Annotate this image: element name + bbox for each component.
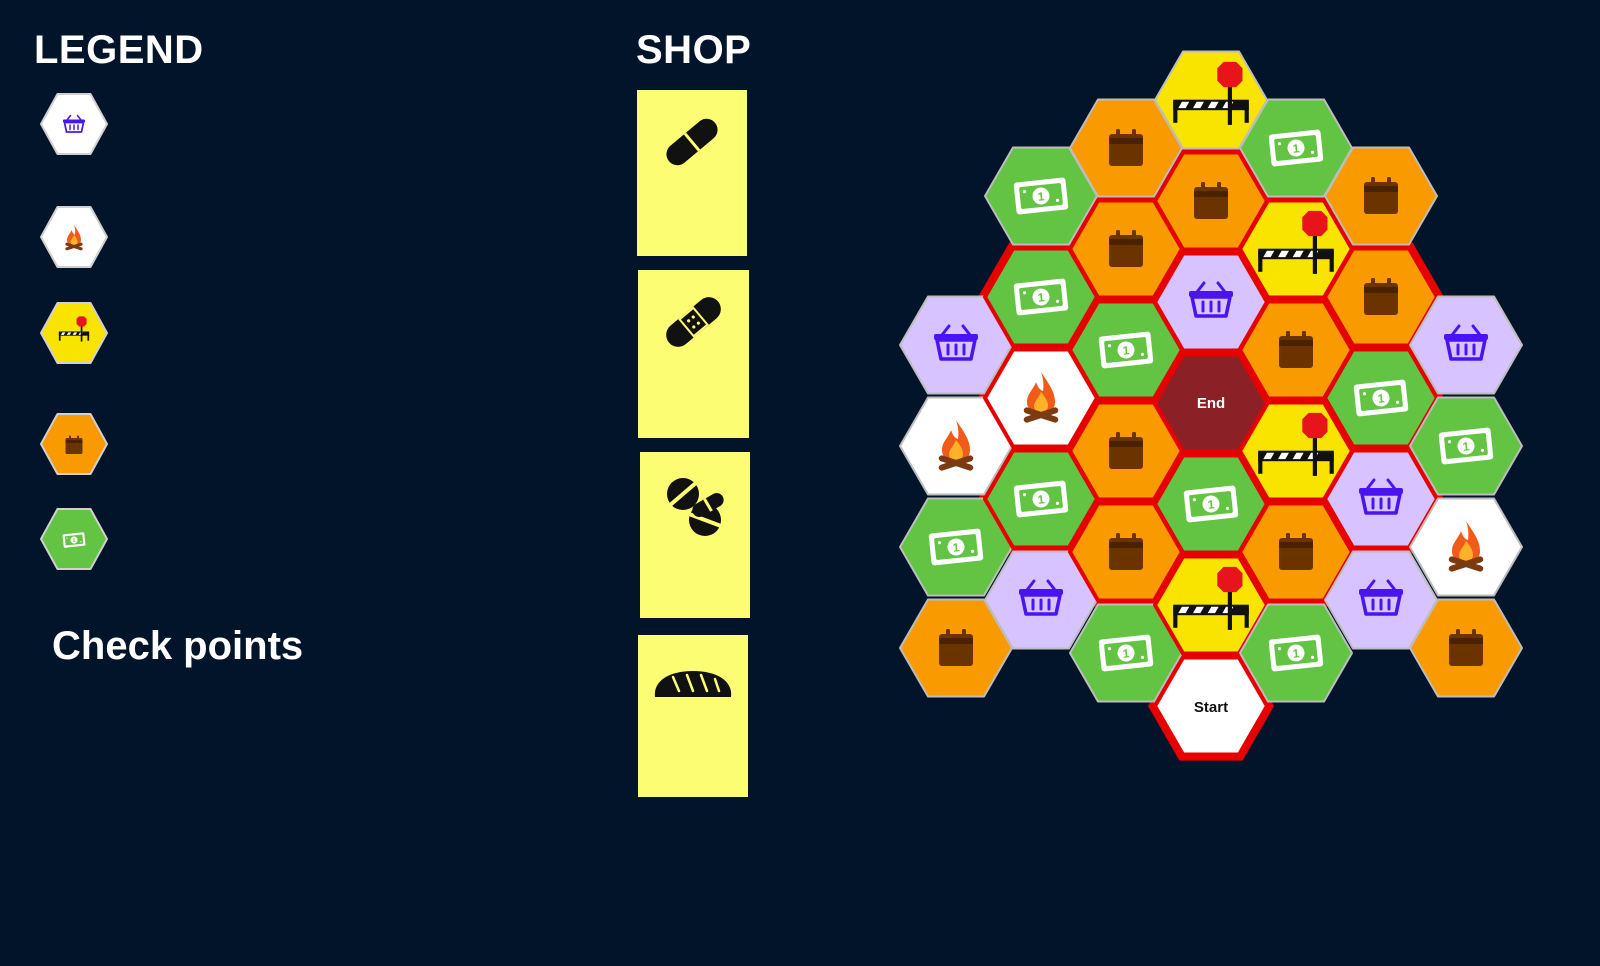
calendar-icon [1449, 629, 1483, 666]
money-icon: 1 [1098, 634, 1154, 672]
calendar-icon [939, 629, 973, 666]
calendar-icon [1109, 230, 1143, 267]
money-icon: 1 [1353, 379, 1409, 417]
money-icon: 1 [1438, 427, 1494, 465]
calendar-icon [1109, 533, 1143, 570]
money-icon: 1 [1013, 278, 1069, 316]
money-icon: 1 [1183, 485, 1239, 523]
calendar-icon [1194, 182, 1228, 219]
calendar-icon [1109, 129, 1143, 166]
money-icon: 1 [1268, 634, 1324, 672]
money-icon: 1 [1098, 331, 1154, 369]
game-board: 1 1 1 1 1 1 End 1 Start 1 1 1 1 [899, 50, 1523, 761]
end-label: End [1197, 395, 1225, 412]
calendar-icon [1279, 331, 1313, 368]
money-icon: 1 [1013, 480, 1069, 518]
money-icon: 1 [1013, 177, 1069, 215]
calendar-icon [1109, 432, 1143, 469]
calendar-icon [1364, 278, 1398, 315]
money-icon: 1 [1268, 129, 1324, 167]
start-label: Start [1194, 699, 1228, 716]
calendar-icon [1364, 177, 1398, 214]
money-icon: 1 [928, 528, 984, 566]
calendar-icon [1279, 533, 1313, 570]
